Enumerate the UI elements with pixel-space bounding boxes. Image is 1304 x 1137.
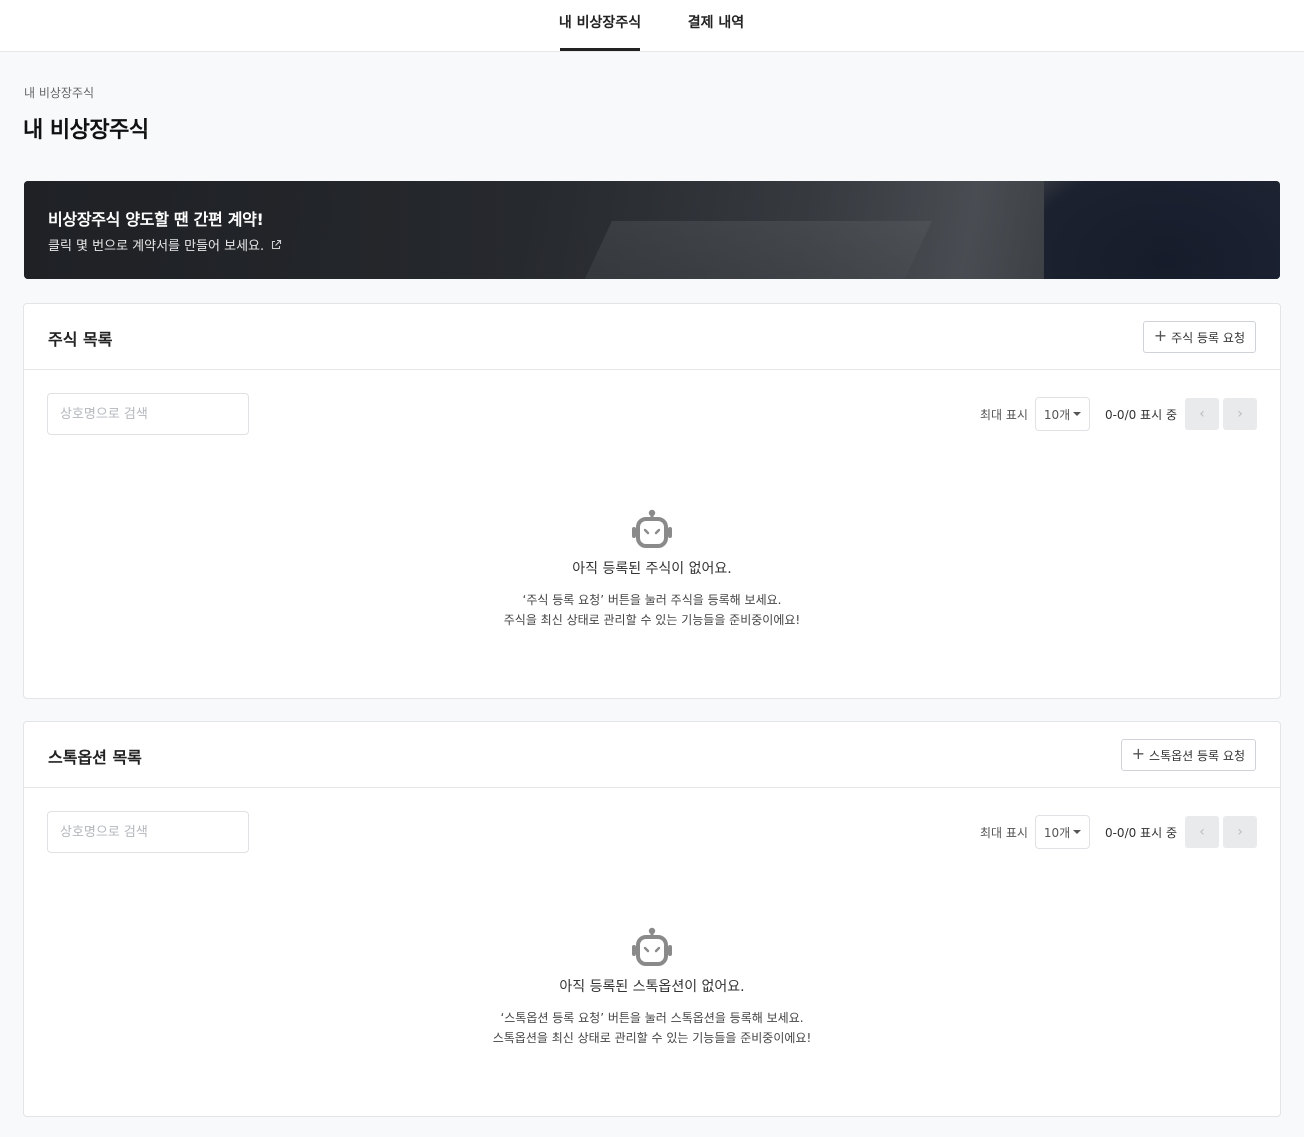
empty-state-description: ‘주식 등록 요청’ 버튼을 눌러 주식을 등록해 보세요. 주식을 최신 상태… — [24, 590, 1280, 630]
stock-option-list-header: 스톡옵션 목록 + 스톡옵션 등록 요청 — [24, 722, 1280, 788]
empty-state-line: ‘스톡옵션 등록 요청’ 버튼을 눌러 스톡옵션을 등록해 보세요. — [500, 1011, 804, 1025]
robot-icon — [632, 927, 672, 966]
tab-my-unlisted-stocks[interactable]: 내 비상장주식 — [558, 0, 642, 51]
chevron-right-icon: › — [1237, 824, 1243, 840]
empty-state-line: 스톡옵션을 최신 상태로 관리할 수 있는 기능들을 준비중이에요! — [492, 1031, 812, 1045]
next-page-button[interactable]: › — [1223, 398, 1257, 430]
tab-payment-history[interactable]: 결제 내역 — [684, 0, 748, 51]
banner-subtitle-text: 클릭 몇 번으로 계약서를 만들어 보세요. — [48, 239, 265, 254]
request-stock-option-registration-label: 스톡옵션 등록 요청 — [1149, 748, 1245, 763]
banner-overlay — [24, 181, 1280, 279]
request-stock-option-registration-button[interactable]: + 스톡옵션 등록 요청 — [1120, 739, 1256, 771]
plus-icon: + — [1153, 326, 1168, 345]
request-stock-registration-button[interactable]: + 주식 등록 요청 — [1142, 321, 1256, 353]
page-title: 내 비상장주식 — [23, 118, 149, 143]
chevron-down-icon — [1073, 830, 1082, 834]
top-tab-bar: 내 비상장주식 결제 내역 — [0, 0, 1304, 52]
chevron-left-icon: ‹ — [1199, 824, 1205, 840]
banner-subtitle: 클릭 몇 번으로 계약서를 만들어 보세요. — [48, 235, 282, 254]
stock-option-list-card: 스톡옵션 목록 + 스톡옵션 등록 요청 최대 표시 10개 0-0/0 표시 … — [23, 721, 1281, 1117]
request-stock-registration-label: 주식 등록 요청 — [1171, 330, 1245, 345]
banner-title: 비상장주식 양도할 땐 간편 계약! — [48, 210, 264, 229]
stock-option-list-title: 스톡옵션 목록 — [48, 748, 142, 767]
stock-list-header: 주식 목록 + 주식 등록 요청 — [24, 304, 1280, 370]
empty-state-title: 아직 등록된 스톡옵션이 없어요. — [559, 979, 745, 995]
chevron-right-icon: › — [1237, 406, 1243, 422]
stock-pagination: 최대 표시 10개 0-0/0 표시 중 ‹ › — [980, 397, 1257, 431]
breadcrumb[interactable]: 내 비상장주식 — [24, 84, 94, 101]
result-range: 0-0/0 표시 중 — [1104, 825, 1177, 840]
plus-icon: + — [1131, 744, 1146, 763]
contract-promo-banner[interactable]: 비상장주식 양도할 땐 간편 계약! 클릭 몇 번으로 계약서를 만들어 보세요… — [24, 181, 1280, 279]
max-display-label: 최대 표시 — [979, 407, 1028, 422]
max-display-label: 최대 표시 — [979, 825, 1028, 840]
stock-option-pagination: 최대 표시 10개 0-0/0 표시 중 ‹ › — [980, 815, 1257, 849]
stock-option-empty-state: 아직 등록된 스톡옵션이 없어요. ‘스톡옵션 등록 요청’ 버튼을 눌러 스톡… — [24, 926, 1280, 1048]
empty-state-line: 주식을 최신 상태로 관리할 수 있는 기능들을 준비중이에요! — [503, 613, 801, 627]
chevron-left-icon: ‹ — [1199, 406, 1205, 422]
chevron-down-icon — [1073, 412, 1082, 416]
stock-list-card: 주식 목록 + 주식 등록 요청 최대 표시 10개 0-0/0 표시 중 ‹ … — [23, 303, 1281, 699]
result-range: 0-0/0 표시 중 — [1104, 407, 1177, 422]
page-size-select[interactable]: 10개 — [1034, 397, 1090, 431]
prev-page-button[interactable]: ‹ — [1185, 816, 1219, 848]
stock-search-input[interactable] — [47, 393, 249, 435]
stock-empty-state: 아직 등록된 주식이 없어요. ‘주식 등록 요청’ 버튼을 눌러 주식을 등록… — [24, 508, 1280, 630]
empty-state-description: ‘스톡옵션 등록 요청’ 버튼을 눌러 스톡옵션을 등록해 보세요. 스톡옵션을… — [24, 1008, 1280, 1048]
page-size-value: 10개 — [1043, 407, 1071, 422]
page-size-select[interactable]: 10개 — [1034, 815, 1090, 849]
stock-option-search-input[interactable] — [47, 811, 249, 853]
external-link-icon — [272, 239, 282, 249]
prev-page-button[interactable]: ‹ — [1185, 398, 1219, 430]
robot-icon — [632, 509, 672, 548]
empty-state-line: ‘주식 등록 요청’ 버튼을 눌러 주식을 등록해 보세요. — [522, 593, 782, 607]
stock-list-title: 주식 목록 — [48, 330, 113, 349]
page-size-value: 10개 — [1043, 825, 1071, 840]
empty-state-title: 아직 등록된 주식이 없어요. — [572, 561, 732, 577]
next-page-button[interactable]: › — [1223, 816, 1257, 848]
